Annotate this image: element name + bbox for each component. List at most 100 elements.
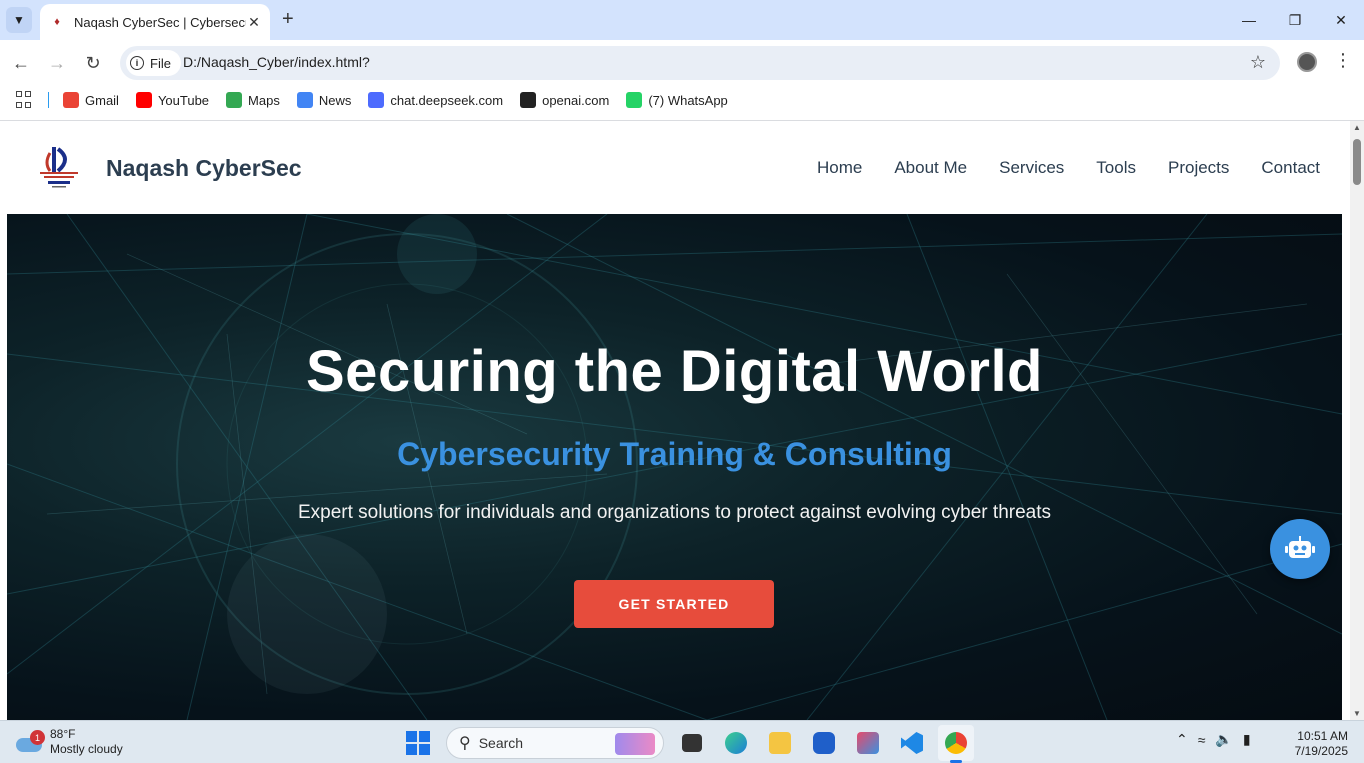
arrow-left-icon: ← [12, 52, 30, 73]
get-started-button[interactable]: GET STARTED [574, 580, 774, 628]
page-viewport: Naqash CyberSec Home About Me Services T… [0, 121, 1350, 720]
hero-subtitle: Cybersecurity Training & Consulting [397, 436, 952, 472]
bookmark-label: chat.deepseek.com [390, 92, 504, 108]
youtube-icon [135, 92, 152, 108]
start-button[interactable] [400, 725, 436, 761]
tab-search-button[interactable]: ▼ [6, 7, 32, 33]
apps-grid-icon[interactable] [16, 91, 34, 109]
system-tray: ⌃ ≈ 🔈 ▮ [1176, 731, 1261, 748]
chat-app[interactable] [806, 725, 842, 761]
edge-app[interactable] [718, 725, 754, 761]
browser-tab-active[interactable]: ♦ Naqash CyberSec | Cybersecurit ✕ [40, 4, 270, 40]
new-tab-button[interactable]: + [282, 9, 294, 29]
browser-menu-icon[interactable]: ⋮ [1334, 50, 1352, 71]
news-icon [296, 92, 313, 108]
reload-button[interactable]: ↻ [80, 50, 106, 76]
nav-link-contact[interactable]: Contact [1261, 158, 1320, 178]
robot-icon [1285, 536, 1315, 558]
chrome-app[interactable] [938, 725, 974, 763]
site-header: Naqash CyberSec Home About Me Services T… [0, 121, 1350, 214]
task-view-button[interactable] [674, 725, 710, 761]
tray-overflow-icon[interactable]: ⌃ [1176, 731, 1188, 748]
bookmark-item[interactable]: chat.deepseek.com [368, 92, 503, 108]
site-favicon-icon: ♦ [54, 16, 60, 28]
chrome-icon [945, 732, 967, 754]
close-tab-icon[interactable]: ✕ [246, 14, 262, 31]
weather-temperature: 88°F [50, 727, 76, 741]
nav-link-tools[interactable]: Tools [1096, 158, 1136, 178]
back-button[interactable]: ← [8, 50, 34, 76]
page-scrollbar[interactable]: ▲ ▼ [1350, 121, 1364, 720]
site-logo-icon[interactable] [36, 143, 82, 191]
search-highlight-art [615, 733, 655, 755]
bookmark-label: News [318, 92, 352, 108]
hero-section: Securing the Digital World Cybersecurity… [7, 214, 1342, 720]
chat-icon [813, 732, 835, 754]
wifi-icon[interactable]: ≈ [1198, 732, 1206, 748]
browser-tab-bar: ▼ ♦ Naqash CyberSec | Cybersecurit ✕ + —… [0, 0, 1364, 40]
clock-time: 10:51 AM [1297, 729, 1348, 743]
bookmark-item[interactable]: Gmail [63, 92, 119, 108]
nav-link-home[interactable]: Home [817, 158, 862, 178]
maps-icon [226, 92, 243, 108]
cloud-icon: 1 [16, 730, 45, 752]
clock-date: 7/19/2025 [1294, 744, 1348, 758]
restore-button[interactable]: ❐ [1272, 0, 1318, 40]
bookmark-label: openai.com [542, 92, 610, 108]
vscode-icon [901, 732, 923, 754]
search-icon: ⚲ [459, 735, 471, 752]
task-view-icon [682, 734, 702, 752]
taskbar-apps: ⚲ Search [400, 725, 982, 763]
vscode-app[interactable] [894, 725, 930, 761]
file-explorer-app[interactable] [762, 725, 798, 761]
scrollbar-thumb[interactable] [1353, 139, 1361, 185]
bookmark-item[interactable]: openai.com [520, 92, 609, 108]
taskbar-search[interactable]: ⚲ Search [446, 727, 664, 759]
bookmark-item[interactable]: Maps [226, 92, 280, 108]
nav-link-about[interactable]: About Me [894, 158, 967, 178]
main-nav: Home About Me Services Tools Projects Co… [785, 158, 1320, 178]
snipping-tool-app[interactable] [850, 725, 886, 761]
hero-description: Expert solutions for individuals and org… [297, 502, 1052, 523]
bookmark-star-icon[interactable]: ☆ [1250, 52, 1266, 73]
system-clock[interactable]: 10:51 AM 7/19/2025 [1288, 729, 1348, 759]
minimize-button[interactable]: — [1226, 0, 1272, 40]
bookmark-item[interactable]: News [296, 92, 352, 108]
bookmark-label: YouTube [157, 92, 210, 108]
volume-icon[interactable]: 🔈 [1215, 731, 1232, 748]
hero-title: Securing the Digital World [306, 339, 1043, 404]
scroll-down-icon[interactable]: ▼ [1353, 709, 1361, 718]
close-window-button[interactable]: ✕ [1318, 0, 1364, 40]
chatbot-button[interactable] [1270, 519, 1330, 579]
nav-link-projects[interactable]: Projects [1168, 158, 1229, 178]
url-text[interactable]: D:/Naqash_Cyber/index.html? [183, 54, 370, 70]
snipping-tool-icon [857, 732, 879, 754]
url-scheme-label: File [150, 55, 171, 71]
site-info-button[interactable]: i File [126, 50, 181, 76]
deepseek-icon [368, 92, 385, 108]
nav-link-services[interactable]: Services [999, 158, 1064, 178]
profile-avatar[interactable] [1297, 52, 1317, 72]
bookmark-item[interactable]: YouTube [135, 92, 210, 108]
bookmarks-bar: Gmail YouTube Maps News chat.deepseek.com ope… [0, 86, 1364, 114]
bookmark-label: Maps [248, 92, 280, 108]
address-bar[interactable]: i File D:/Naqash_Cyber/index.html? ☆ [120, 46, 1280, 80]
forward-button[interactable]: → [44, 50, 70, 76]
gmail-icon [63, 92, 79, 108]
edge-icon [725, 732, 747, 754]
window-controls: — ❐ ✕ [1226, 0, 1364, 40]
battery-icon[interactable]: ▮ [1243, 731, 1251, 748]
search-placeholder: Search [478, 735, 524, 751]
reload-icon: ↻ [85, 52, 101, 73]
browser-toolbar: ← → ↻ i File D:/Naqash_Cyber/index.html?… [0, 40, 1364, 86]
tab-title: Naqash CyberSec | Cybersecurit [74, 14, 246, 30]
bookmark-item[interactable]: (7) WhatsApp [626, 92, 728, 108]
weather-widget[interactable]: 1 88°F Mostly cloudy [16, 727, 123, 757]
site-brand[interactable]: Naqash CyberSec [106, 155, 302, 182]
notification-badge: 1 [30, 730, 45, 745]
bookmark-label: (7) WhatsApp [648, 92, 728, 108]
bookmark-label: Gmail [85, 92, 119, 108]
scroll-up-icon[interactable]: ▲ [1353, 123, 1361, 132]
folder-icon [769, 732, 791, 754]
windows-icon [406, 731, 430, 755]
